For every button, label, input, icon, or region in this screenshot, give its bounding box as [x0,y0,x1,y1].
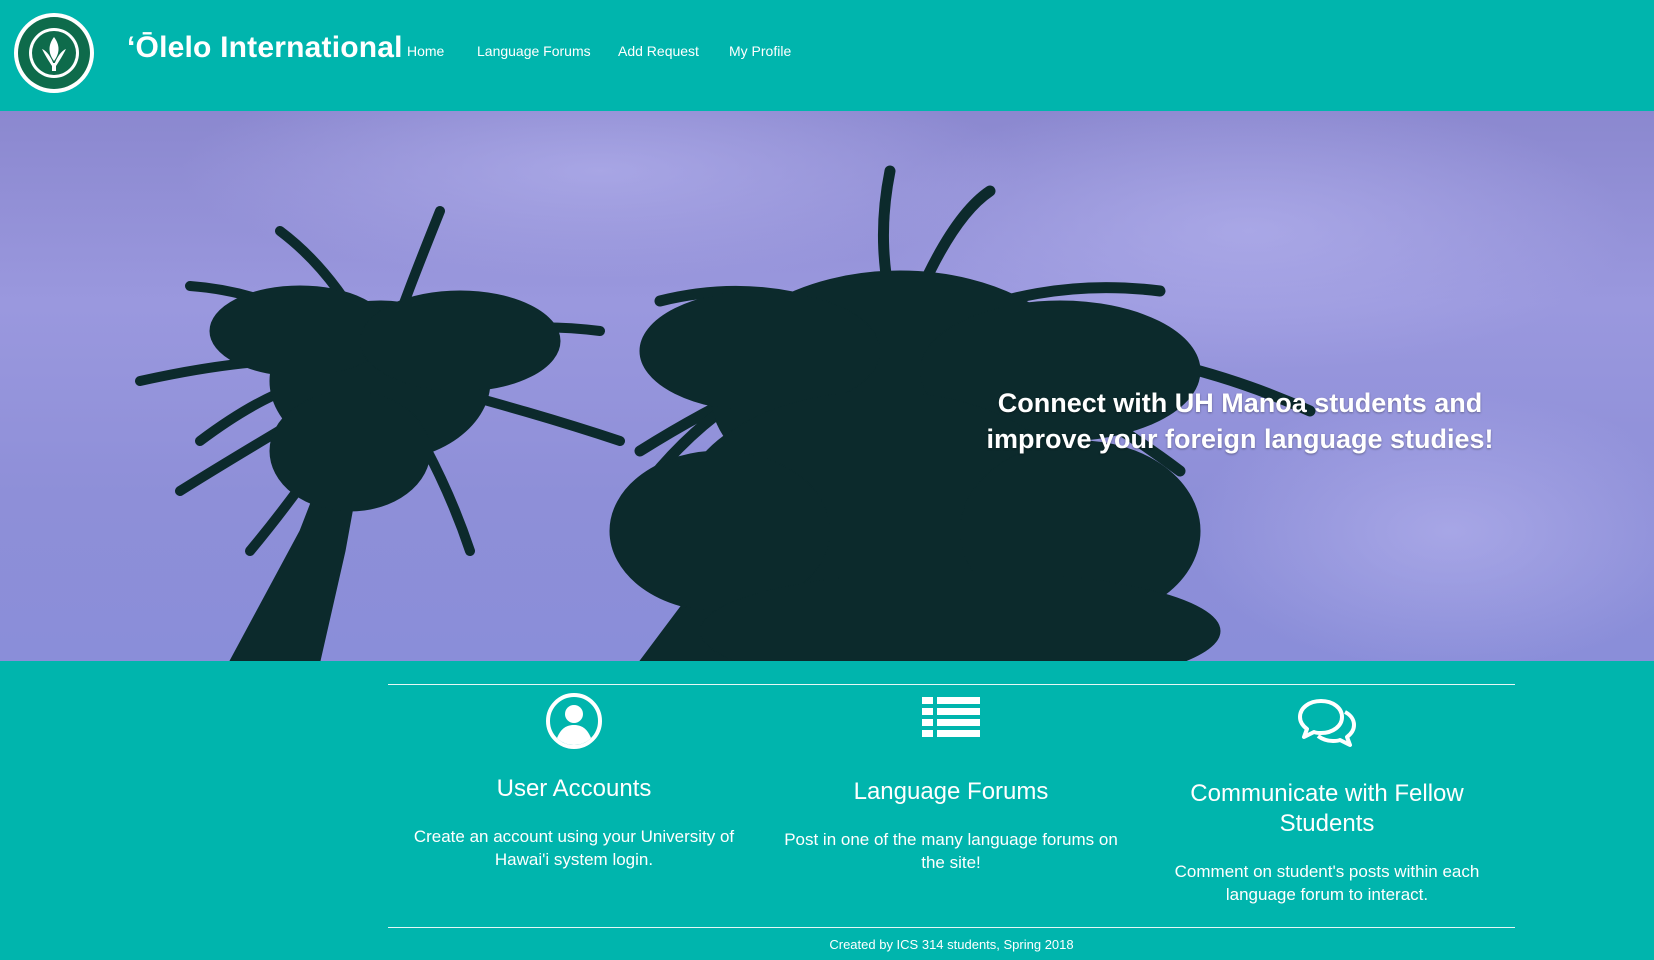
hero-tagline-line2: improve your foreign language studies! [986,424,1494,454]
hero-tagline: Connect with UH Manoa students and impro… [980,385,1500,457]
feature-title: Language Forums [853,778,1049,805]
feature-description: Create an account using your University … [413,827,735,869]
hero-tagline-line1: Connect with UH Manoa students and [997,388,1483,418]
nav-add-request[interactable]: Add Request [618,43,699,59]
bottom-divider [388,927,1515,928]
user-circle-icon [546,693,602,749]
feature-communicate: Communicate with Fellow Students Comment… [1152,690,1502,906]
hero-banner: Connect with UH Manoa students and impro… [0,111,1654,661]
site-brand[interactable]: ʻŌlelo International [127,31,403,65]
feature-title: Communicate with Fellow Students [1190,780,1464,837]
footer-credit: Created by ICS 314 students, Spring 2018 [829,937,1074,952]
nav-language-forums[interactable]: Language Forums [477,43,591,59]
feature-description: Post in one of the many language forums … [784,830,1118,872]
nav-my-profile[interactable]: My Profile [729,43,791,59]
top-navbar: ʻŌlelo International Home Language Forum… [0,0,1654,111]
nav-home[interactable]: Home [407,43,444,59]
top-divider [388,684,1515,685]
university-seal-logo[interactable] [14,13,94,93]
feature-language-forums: Language Forums Post in one of the many … [776,690,1126,874]
list-icon [922,697,980,737]
feature-user-accounts: User Accounts Create an account using yo… [399,690,749,871]
feature-description: Comment on student's posts within each l… [1174,862,1480,904]
feature-title: User Accounts [496,775,652,802]
comments-icon [1298,699,1356,747]
